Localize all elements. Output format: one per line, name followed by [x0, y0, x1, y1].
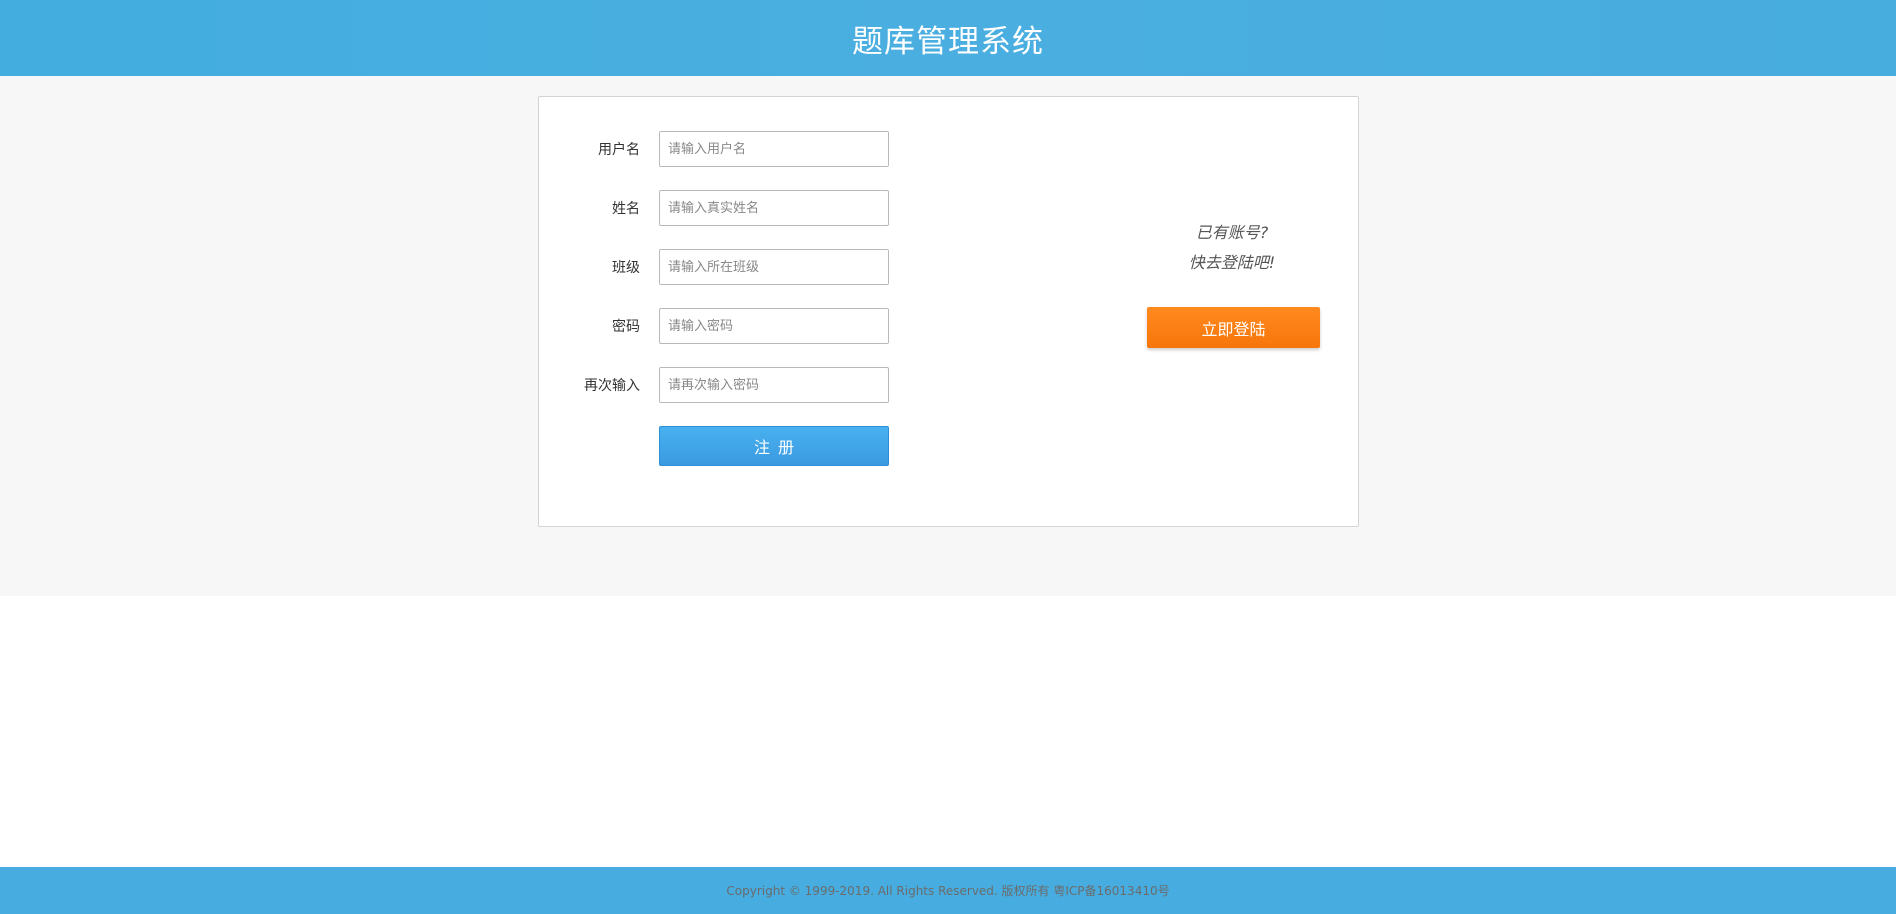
page-title: 题库管理系统 [852, 23, 1044, 60]
go-login-text: 快去登陆吧! [1188, 253, 1276, 272]
page-header: 题库管理系统 [0, 0, 1896, 76]
register-button[interactable]: 注册 [659, 426, 889, 466]
register-panel: 用户名 姓名 班级 密码 再次输入 注册 已有账号? 快去登陆吧! 立即登陆 [538, 96, 1359, 527]
password-row: 密码 [539, 308, 889, 344]
has-account-text: 已有账号? [1195, 223, 1269, 242]
username-row: 用户名 [539, 131, 889, 167]
copyright-text: Copyright © 1999-2019. All Rights Reserv… [726, 884, 1170, 898]
username-input[interactable] [659, 131, 889, 167]
page-footer: Copyright © 1999-2019. All Rights Reserv… [0, 867, 1896, 914]
confirm-password-row: 再次输入 [539, 367, 889, 403]
confirm-password-input[interactable] [659, 367, 889, 403]
password-input[interactable] [659, 308, 889, 344]
realname-label: 姓名 [612, 201, 640, 217]
class-row: 班级 [539, 249, 889, 285]
login-prompt: 已有账号? 快去登陆吧! [1147, 218, 1317, 278]
realname-row: 姓名 [539, 190, 889, 226]
password-label: 密码 [612, 319, 640, 335]
login-now-button[interactable]: 立即登陆 [1147, 307, 1320, 348]
class-label: 班级 [612, 260, 640, 276]
class-input[interactable] [659, 249, 889, 285]
username-label: 用户名 [598, 142, 640, 158]
realname-input[interactable] [659, 190, 889, 226]
confirm-password-label: 再次输入 [584, 378, 640, 394]
